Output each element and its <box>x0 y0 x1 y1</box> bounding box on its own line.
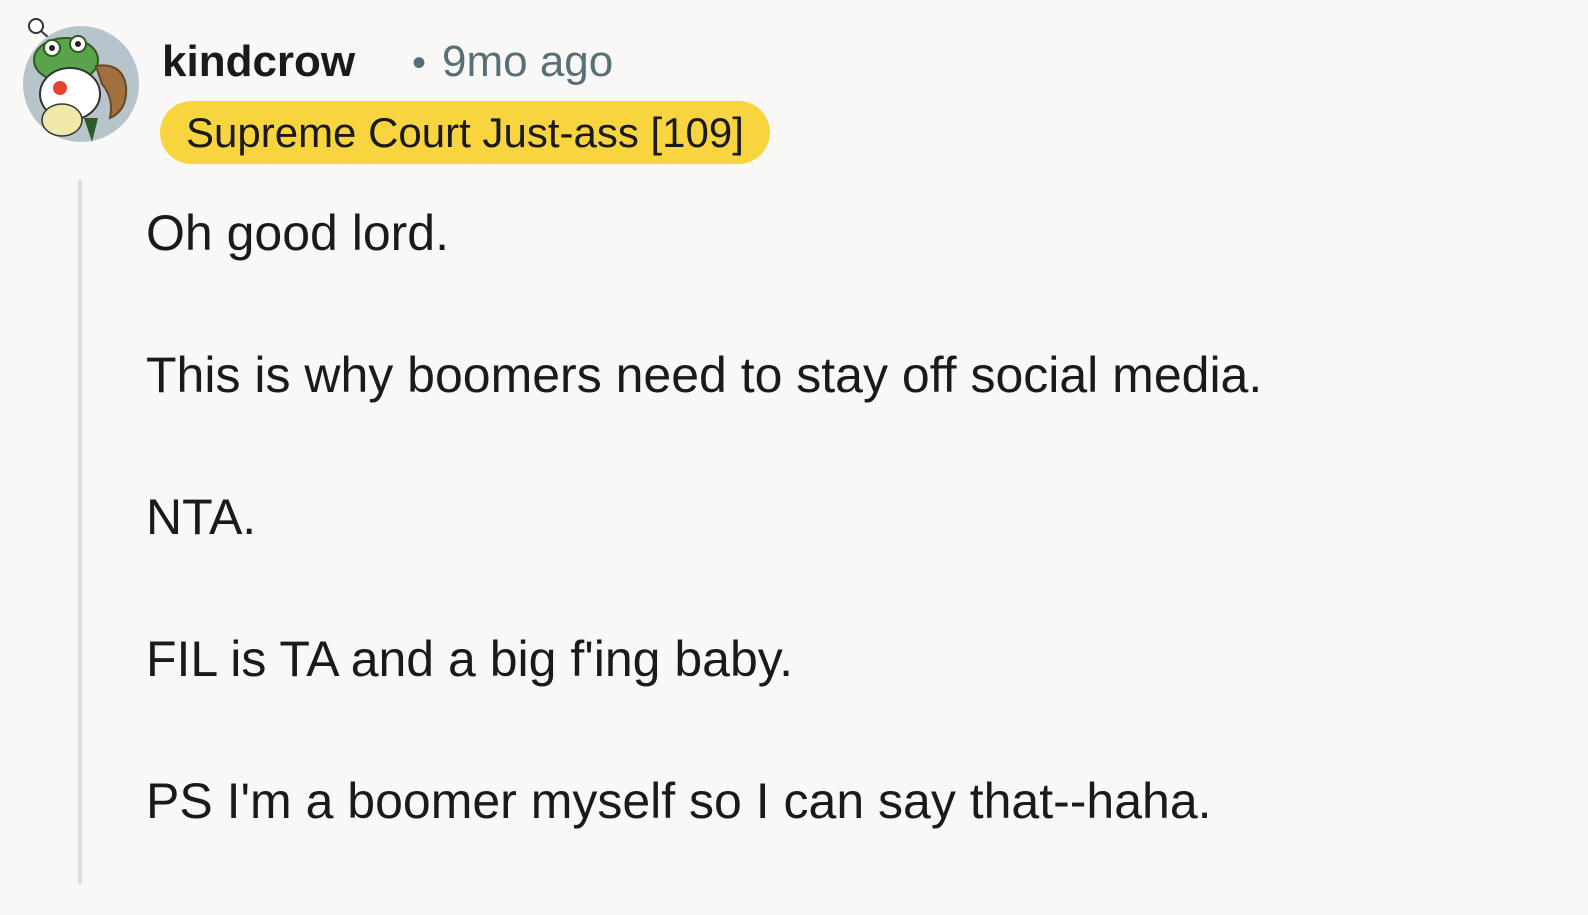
comment-body: Oh good lord. This is why boomers need t… <box>146 205 1546 915</box>
snoo-avatar-icon <box>23 18 139 142</box>
meta-separator: • <box>412 41 427 85</box>
comment-paragraph: This is why boomers need to stay off soc… <box>146 347 1263 403</box>
comment-meta: • 9mo ago <box>412 34 613 91</box>
comment-paragraph: FIL is TA and a big f'ing baby. <box>146 631 793 687</box>
comment-paragraph: PS I'm a boomer myself so I can say that… <box>146 773 1212 829</box>
thread-collapse-line[interactable] <box>78 180 82 884</box>
comment-paragraph: NTA. <box>146 489 257 545</box>
comment-timestamp[interactable]: 9mo ago <box>442 37 613 86</box>
avatar[interactable] <box>18 14 144 146</box>
user-flair-badge: Supreme Court Just-ass [109] <box>160 101 770 164</box>
comment-paragraph: Oh good lord. <box>146 205 449 261</box>
author-username[interactable]: kindcrow <box>162 34 355 90</box>
